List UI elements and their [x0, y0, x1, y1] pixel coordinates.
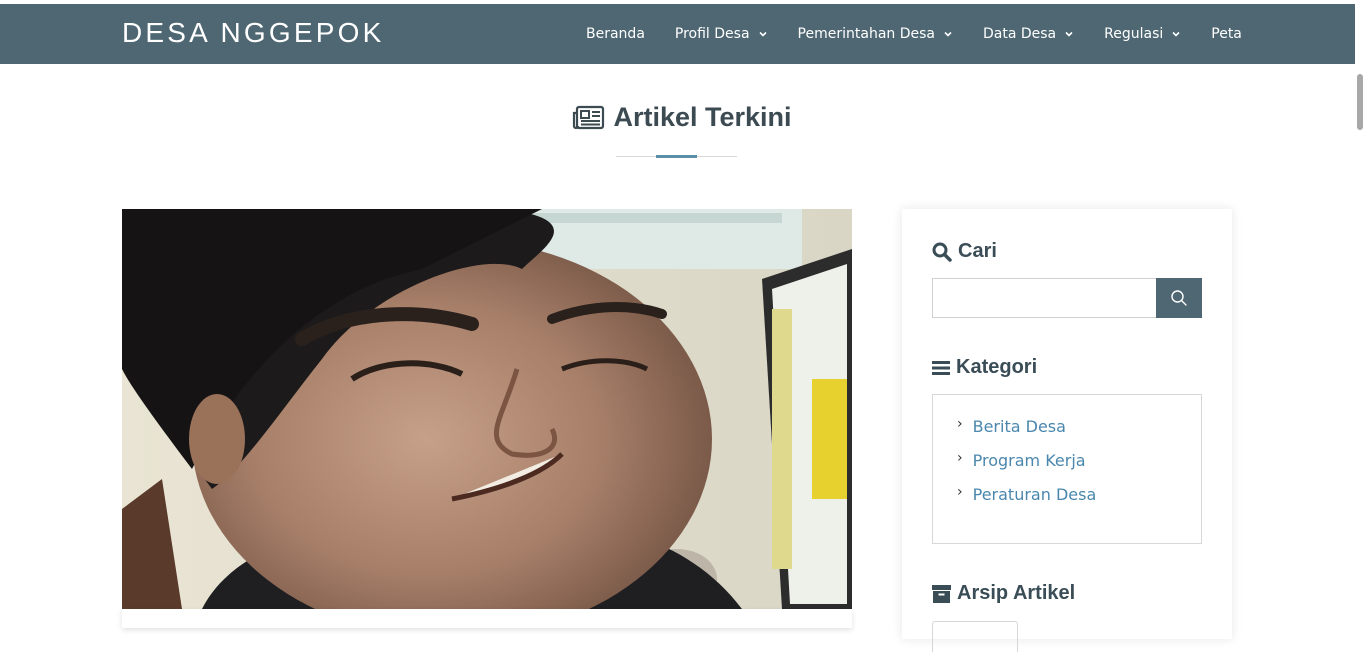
category-widget-title: Kategori [932, 356, 1037, 379]
article-card [122, 609, 852, 628]
category-list: › Berita Desa › Program Kerja › Peratura… [932, 394, 1202, 544]
category-item-program-kerja[interactable]: › Program Kerja [957, 449, 1086, 471]
search-input[interactable] [933, 279, 1157, 317]
category-label: Program Kerja [972, 451, 1086, 470]
category-label: Berita Desa [972, 417, 1066, 436]
top-navbar: DESA NGGEPOK Beranda Profil Desa Pemerin… [0, 4, 1355, 64]
article-featured-image[interactable] [122, 209, 852, 609]
newspaper-icon [573, 105, 605, 129]
search-title: Cari [958, 240, 997, 262]
sidebar: Cari Kategori › Berita Desa › Program Ke… [902, 209, 1232, 652]
site-brand[interactable]: DESA NGGEPOK [122, 17, 384, 49]
nav-item-profil-desa[interactable]: Profil Desa [675, 26, 768, 42]
nav-item-beranda[interactable]: Beranda [586, 26, 645, 42]
list-icon [932, 360, 950, 375]
nav-item-label: Beranda [586, 26, 645, 42]
category-item-peraturan-desa[interactable]: › Peraturan Desa [957, 483, 1097, 505]
chevron-down-icon [758, 31, 767, 37]
nav-item-label: Pemerintahan Desa [797, 26, 935, 42]
archive-icon [932, 584, 951, 603]
search-box [932, 278, 1157, 318]
category-item-berita-desa[interactable]: › Berita Desa [957, 415, 1066, 437]
nav-item-pemerintahan-desa[interactable]: Pemerintahan Desa [798, 26, 953, 42]
scrollbar[interactable] [1355, 4, 1364, 628]
nav-item-regulasi[interactable]: Regulasi [1104, 26, 1181, 42]
search-button[interactable] [1156, 278, 1202, 318]
search-icon [1171, 290, 1187, 306]
category-title: Kategori [956, 356, 1038, 378]
nav-item-label: Peta [1211, 26, 1242, 42]
search-widget-title: Cari [932, 240, 997, 263]
article-photo [122, 209, 852, 609]
section-title: Artikel Terkini [613, 102, 792, 132]
chevron-down-icon [1172, 31, 1180, 37]
nav-item-label: Data Desa [982, 26, 1057, 42]
archive-title: Arsip Artikel [957, 582, 1076, 604]
nav-item-peta[interactable]: Peta [1211, 26, 1242, 42]
archive-select[interactable] [932, 621, 1018, 652]
chevron-down-icon [944, 31, 952, 37]
section-heading: Artikel Terkini [0, 102, 1364, 133]
nav-item-label: Regulasi [1104, 26, 1164, 42]
chevron-right-icon: › [957, 415, 963, 432]
nav-item-data-desa[interactable]: Data Desa [983, 26, 1074, 42]
chevron-down-icon [1065, 31, 1073, 37]
title-divider-accent [656, 155, 697, 158]
category-label: Peraturan Desa [972, 485, 1097, 504]
nav-item-label: Profil Desa [674, 26, 750, 42]
main-menu: Beranda Profil Desa Pemerintahan Desa Da… [586, 4, 1242, 64]
chevron-right-icon: › [957, 483, 963, 500]
search-icon [932, 242, 952, 262]
chevron-right-icon: › [957, 449, 963, 466]
archive-widget-title: Arsip Artikel [932, 582, 1075, 605]
